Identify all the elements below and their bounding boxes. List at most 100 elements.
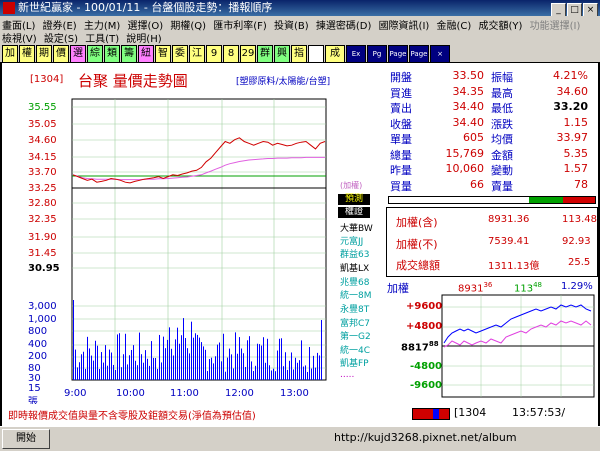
list-item[interactable]: 大華BW (340, 221, 373, 234)
volume-bar (77, 367, 78, 380)
volume-bar (299, 360, 300, 380)
index-value: 8931.36 (488, 214, 530, 225)
volume-bar (187, 348, 188, 380)
list-item[interactable]: 統一4C (340, 343, 370, 356)
price-tick: 34.15 (28, 152, 57, 163)
volume-bar (221, 361, 222, 380)
quote-value: 4.21% (553, 69, 588, 82)
status-note: 即時報價成交值與量不含零股及鉅額交易(淨值為預估值) (8, 411, 256, 422)
volume-bar (169, 327, 170, 380)
volume-bar (309, 347, 310, 380)
volume-bar (259, 344, 260, 380)
volume-bar (215, 356, 216, 380)
quote-label: 單量 (390, 133, 412, 146)
volume-tick: 3,000 (28, 301, 57, 312)
volume-bar (101, 352, 102, 380)
volume-bar (105, 345, 106, 380)
quote-value: 34.60 (556, 84, 589, 98)
volume-bar (195, 333, 196, 380)
list-item[interactable]: 凱基LX (340, 261, 369, 274)
quote-label: 漲跌 (491, 117, 513, 131)
volume-bar (275, 371, 276, 380)
price-tick: 33.25 (28, 183, 57, 194)
start-button[interactable]: 開始 (2, 429, 50, 449)
volume-bar (175, 339, 176, 380)
tab-forecast[interactable]: 預測 (338, 194, 370, 205)
price-tick: 32.80 (28, 198, 57, 209)
volume-bar (171, 348, 172, 380)
mini-index-pct: 1.29% (561, 281, 593, 292)
list-item[interactable]: 永豐8T (340, 302, 369, 315)
quote-label: 總量 (390, 148, 412, 162)
volume-tick: 800 (28, 326, 48, 337)
list-item[interactable]: 群益63 (340, 247, 369, 260)
tab-warrants[interactable]: 權證 (338, 207, 370, 218)
volume-tick: 400 (28, 339, 48, 350)
quote-label: 賣出 (390, 102, 412, 115)
volume-bar (123, 354, 124, 380)
volume-bar (273, 368, 274, 380)
volume-bar (239, 337, 240, 380)
volume-bar (203, 346, 204, 380)
volume-bar (109, 349, 110, 380)
volume-bar (231, 354, 232, 380)
price-tick: 30.95 (28, 263, 60, 274)
taskbar: 開始 http://kujd3268.pixnet.net/album (0, 426, 600, 451)
volume-bar (257, 343, 258, 380)
volume-bar (103, 362, 104, 380)
volume-bar (265, 362, 266, 380)
volume-bar (185, 338, 186, 380)
volume-bar (315, 367, 316, 380)
bid-ask-bar (388, 196, 596, 204)
volume-bar (135, 360, 136, 380)
volume-bar (287, 369, 288, 380)
volume-bar (119, 333, 120, 380)
status-indicator (412, 408, 450, 420)
list-item[interactable]: 統一8M (340, 288, 372, 301)
quote-value: 34.40 (452, 100, 485, 113)
price-tick: 33.70 (28, 167, 57, 178)
quote-label: 開盤 (390, 71, 412, 84)
volume-bar (137, 365, 138, 380)
volume-bar (89, 348, 90, 380)
mini-axis-tick: +4800 (406, 321, 443, 332)
quote-label: 均價 (491, 133, 513, 146)
volume-bar (117, 334, 118, 380)
volume-bar (139, 332, 140, 380)
volume-bar (213, 363, 214, 380)
volume-bar (199, 337, 200, 380)
quote-label: 昨量 (390, 164, 412, 177)
volume-bar (285, 352, 286, 380)
quote-value: 15,769 (445, 146, 485, 160)
volume-bar (87, 336, 88, 380)
quote-value: 33.97 (556, 131, 589, 144)
price-tick: 32.35 (28, 214, 57, 225)
volume-bar (147, 358, 148, 380)
volume-bar (165, 348, 166, 380)
list-item[interactable]: 元富JJ (340, 234, 363, 247)
mini-axis-tick: -9600 (410, 380, 442, 391)
volume-bar (229, 348, 230, 380)
volume-bar (159, 334, 160, 380)
volume-bar (279, 338, 280, 380)
time-tick: 9:00 (64, 388, 87, 399)
index-change: 92.93 (562, 236, 591, 247)
list-item[interactable]: 第一G2 (340, 329, 371, 342)
index-change: 113.48 (562, 214, 597, 225)
time-tick: 10:00 (116, 388, 145, 399)
list-item[interactable]: 凱基FP (340, 356, 369, 369)
quote-value: 33.50 (452, 69, 485, 82)
volume-bar (177, 327, 178, 380)
list-item[interactable]: ..... (340, 370, 354, 380)
volume-bar (155, 357, 156, 380)
volume-bar (143, 362, 144, 380)
volume-bar (233, 368, 234, 380)
volume-bar (111, 352, 112, 380)
list-item[interactable]: 兆豐68 (340, 275, 369, 288)
volume-bar (79, 362, 80, 380)
volume-bar (237, 353, 238, 380)
volume-bar (173, 355, 174, 380)
volume-bar (145, 350, 146, 380)
volume-bar (181, 335, 182, 380)
list-item[interactable]: 富邦C7 (340, 316, 370, 329)
